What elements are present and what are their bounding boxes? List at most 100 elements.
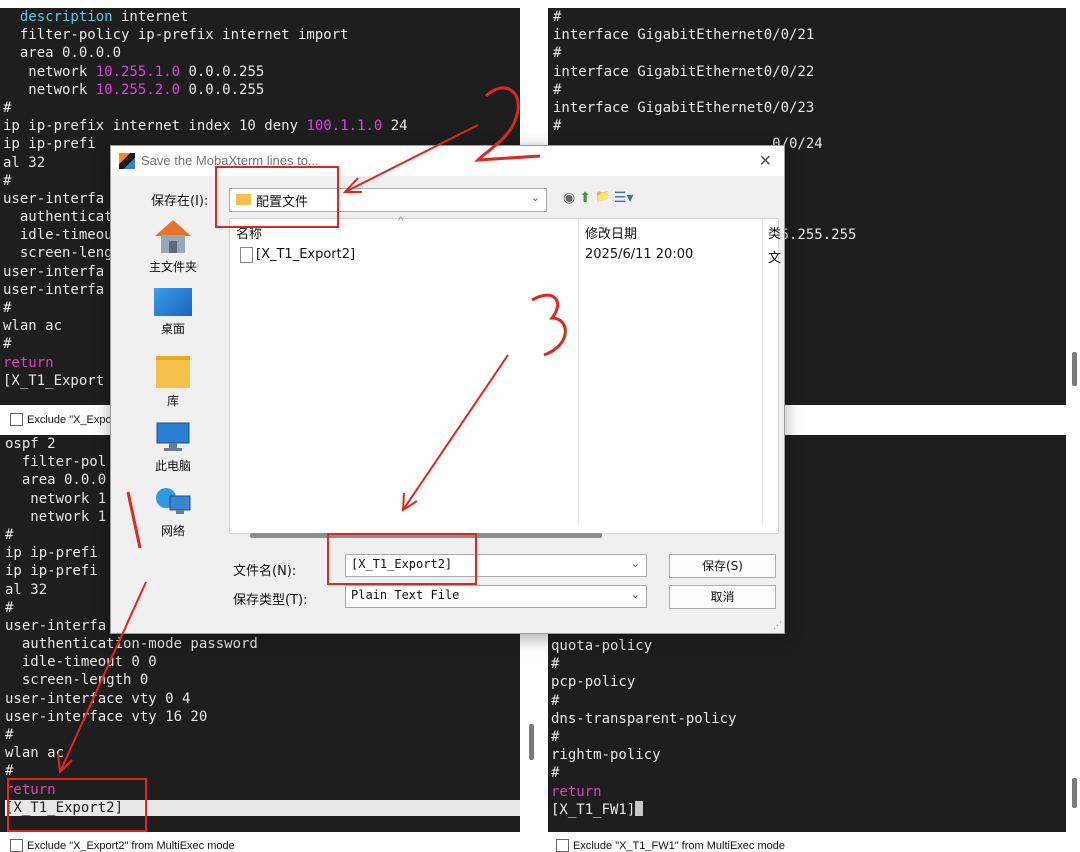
save-button[interactable]: 保存(S): [669, 554, 776, 578]
terminal-segment: ip ip-prefi: [3, 136, 96, 153]
terminal-segment: return: [5, 781, 56, 798]
resize-grip-icon[interactable]: ⋰: [773, 620, 782, 631]
terminal-line: #: [553, 8, 1066, 26]
terminal-segment: 24: [382, 118, 408, 135]
terminal-line: #: [551, 728, 1066, 746]
column-divider: [762, 219, 763, 525]
terminal-segment: #: [5, 599, 14, 616]
file-list[interactable]: 名称 ^ 修改日期 类 [X_T1_Export2] 2025/6/11 20:…: [229, 215, 781, 538]
checkbox-box[interactable]: [10, 839, 23, 852]
terminal-segment: #: [5, 763, 14, 780]
terminal-segment: user-interfa: [3, 190, 105, 207]
filetype-select[interactable]: Plain Text File ⌄: [345, 585, 647, 608]
column-header-date[interactable]: 修改日期: [585, 223, 637, 242]
terminal-segment: wlan ac: [3, 318, 63, 335]
terminal-segment: 10.255.1.0: [95, 63, 181, 80]
network-icon: [156, 488, 191, 514]
save-dialog: Save the MobaXterm lines to... ✕ 保存在(I):…: [110, 145, 785, 634]
terminal-line: rightm-policy: [551, 746, 1066, 764]
terminal-segment: dns-transparent-policy: [551, 710, 737, 727]
save-in-select[interactable]: 配置文件 ⌄: [229, 188, 547, 212]
column-header-name[interactable]: 名称: [236, 223, 262, 242]
terminal-line: #: [553, 81, 1066, 99]
terminal-line: #: [551, 655, 1066, 673]
terminal-segment: description: [19, 9, 113, 25]
terminal-segment: quota-policy: [551, 638, 653, 654]
terminal-segment: rightm-policy: [551, 747, 661, 764]
terminal-line: ip ip-prefix internet index 10 deny 100.…: [3, 117, 520, 135]
place-network[interactable]: 网络: [119, 486, 227, 539]
file-list-hscrollbar[interactable]: [250, 533, 602, 538]
terminal-segment: authentication-mode password: [5, 636, 258, 653]
terminal-segment: #: [553, 118, 562, 135]
place-computer[interactable]: 此电脑: [119, 421, 227, 474]
column-header-type[interactable]: 类: [768, 223, 781, 242]
terminal-segment: al 32: [5, 581, 48, 598]
terminal-line: #: [553, 117, 1066, 135]
terminal-line: area 0.0.0.0: [3, 44, 520, 62]
checkbox-box[interactable]: [556, 839, 569, 852]
terminal-segment: screen-length 0: [5, 672, 149, 689]
exclude-checkbox-top-left[interactable]: Exclude "X_Expo: [10, 413, 112, 426]
filename-input[interactable]: [X_T1_Export2] ⌄: [345, 554, 647, 577]
dialog-titlebar[interactable]: Save the MobaXterm lines to... ✕: [111, 146, 784, 176]
terminal-line: filter-policy ip-prefix internet import: [3, 26, 520, 44]
view-menu-icon[interactable]: ☰▾: [614, 189, 634, 206]
terminal-segment: 0.0.0.255: [180, 81, 265, 98]
terminal-segment: filter-policy ip-prefix internet import: [3, 27, 349, 44]
terminal-segment: user-interface vty 0 4: [5, 690, 191, 707]
back-icon[interactable]: ◉: [563, 189, 575, 206]
place-library[interactable]: 库: [119, 356, 227, 409]
terminal-segment: 10.255.2.0: [95, 81, 181, 98]
save-in-label: 保存在(I):: [151, 194, 209, 209]
terminal-line: idle-timeout 0 0: [5, 653, 520, 671]
place-label: 网络: [160, 524, 185, 538]
new-folder-icon[interactable]: 📁: [595, 189, 610, 206]
terminal-segment: #: [551, 692, 560, 709]
places-bar: 主文件夹 桌面 库 此电脑 网络: [119, 216, 227, 556]
scrollbar-bottom-right[interactable]: [1072, 778, 1077, 808]
filename-value: [X_T1_Export2]: [351, 557, 453, 571]
computer-icon: [156, 422, 190, 451]
terminal-segment: #: [3, 336, 12, 353]
cancel-button[interactable]: 取消: [669, 585, 776, 609]
terminal-line: screen-length 0: [5, 671, 520, 689]
terminal-segment: network 1: [5, 508, 107, 525]
terminal-line: user-interface vty 0 4: [5, 690, 520, 708]
close-icon[interactable]: ✕: [759, 151, 772, 171]
exclude-checkbox-bottom-right[interactable]: Exclude "X_T1_FW1" from MultiExec mode: [556, 839, 785, 852]
file-date: 2025/6/11 20:00: [585, 247, 694, 262]
terminal-segment: internet: [112, 9, 189, 25]
terminal-line: user-interface vty 16 20: [5, 708, 520, 726]
exclude-label: Exclude "X_Expo: [27, 413, 112, 426]
terminal-line: authentication-mode password: [5, 635, 520, 653]
terminal-segment: network: [3, 63, 96, 80]
terminal-line: #: [5, 762, 520, 780]
terminal-segment: area 0.0.0: [5, 472, 107, 489]
chevron-down-icon: ⌄: [630, 589, 640, 601]
terminal-segment: filter-pol: [5, 454, 107, 471]
exclude-checkbox-bottom-left[interactable]: Exclude "X_Export2" from MultiExec mode: [10, 839, 235, 852]
filetype-value: Plain Text File: [351, 588, 460, 602]
chevron-down-icon: ⌄: [630, 558, 640, 570]
mobaxterm-logo-icon: [119, 153, 135, 169]
terminal-segment: user-interfa: [3, 263, 105, 280]
scrollbar-top-right[interactable]: [1072, 352, 1077, 386]
place-home[interactable]: 主文件夹: [119, 218, 227, 275]
checkbox-box[interactable]: [10, 413, 23, 426]
terminal-segment: [3, 9, 20, 25]
terminal-segment: #: [3, 99, 12, 116]
terminal-segment: #: [551, 656, 560, 673]
terminal-segment: al 32: [3, 154, 46, 171]
place-label: 桌面: [160, 322, 185, 336]
sort-up-icon: ^: [398, 215, 404, 227]
folder-icon: [236, 194, 251, 205]
scrollbar-bottom-left[interactable]: [529, 724, 534, 760]
terminal-segment: ip ip-prefi: [5, 563, 98, 580]
terminal-line: [X_T1_FW1]: [551, 800, 1066, 819]
place-desktop[interactable]: 桌面: [119, 288, 227, 337]
up-folder-icon[interactable]: ⬆: [579, 189, 591, 206]
terminal-segment: return: [551, 783, 602, 800]
terminal-line: network 10.255.1.0 0.0.0.255: [3, 63, 520, 81]
terminal-segment: [X_T1_FW1]: [551, 801, 636, 818]
